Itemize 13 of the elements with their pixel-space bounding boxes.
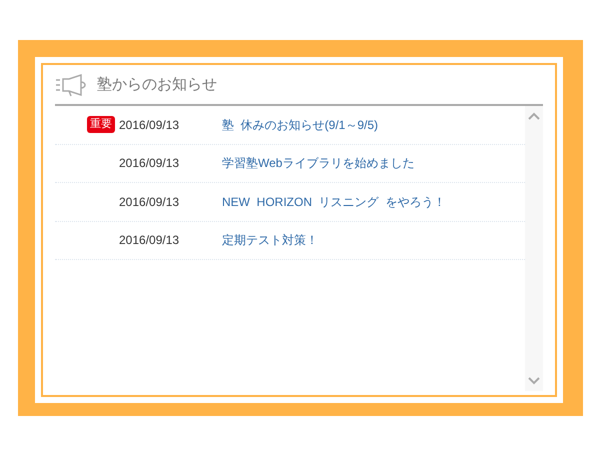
notice-link[interactable]: NEW HORIZON リスニング をやろう！ xyxy=(222,192,446,211)
notice-link[interactable]: 定期テスト対策！ xyxy=(222,231,318,250)
notice-link[interactable]: 学習塾Webライブラリを始めました xyxy=(222,154,414,172)
scroll-down-icon[interactable] xyxy=(528,377,540,385)
notice-date: 2016/09/13 xyxy=(119,155,180,172)
scrollbar[interactable] xyxy=(525,106,543,391)
panel-title: 塾からのお知らせ xyxy=(97,74,217,95)
notice-link[interactable]: 塾 休みのお知らせ(9/1～9/5) xyxy=(222,116,378,134)
important-badge: 重要 xyxy=(87,116,115,134)
notice-date: 2016/09/13 xyxy=(119,232,180,250)
notice-date: 2016/09/13 xyxy=(119,116,180,134)
notice-date: 2016/09/13 xyxy=(119,194,180,211)
scroll-up-icon[interactable] xyxy=(528,112,540,120)
